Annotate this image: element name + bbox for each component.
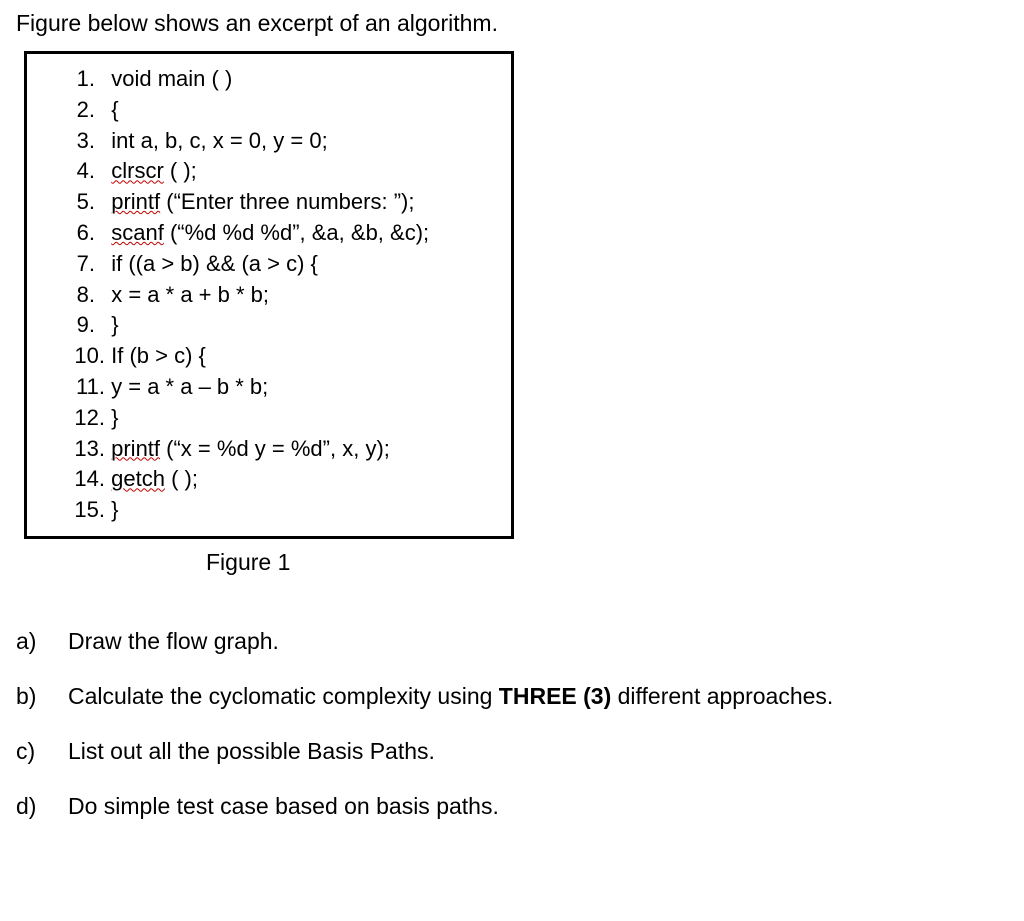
code-line-15: 15. }	[47, 495, 491, 526]
code-line-11: 11. y = a * a – b * b;	[47, 372, 491, 403]
code-line-4: 4. clrscr ( );	[47, 156, 491, 187]
code-line-10: 10. If (b > c) {	[47, 341, 491, 372]
code-line-13: 13. printf (“x = %d y = %d”, x, y);	[47, 434, 491, 465]
code-line-8: 8. x = a * a + b * b;	[47, 280, 491, 311]
figure-label: Figure 1	[206, 549, 1008, 576]
question-b: b) Calculate the cyclomatic complexity u…	[16, 683, 1008, 710]
code-line-5: 5. printf (“Enter three numbers: ”);	[47, 187, 491, 218]
question-c: c) List out all the possible Basis Paths…	[16, 738, 1008, 765]
question-a: a) Draw the flow graph.	[16, 628, 1008, 655]
code-line-1: 1. void main ( )	[47, 64, 491, 95]
question-letter: c)	[16, 738, 68, 765]
question-letter: b)	[16, 683, 68, 710]
code-line-2: 2. {	[47, 95, 491, 126]
question-letter: a)	[16, 628, 68, 655]
question-text: Draw the flow graph.	[68, 628, 279, 655]
code-line-7: 7. if ((a > b) && (a > c) {	[47, 249, 491, 280]
code-line-3: 3. int a, b, c, x = 0, y = 0;	[47, 126, 491, 157]
questions-list: a) Draw the flow graph. b) Calculate the…	[16, 628, 1008, 820]
intro-text: Figure below shows an excerpt of an algo…	[16, 10, 1008, 37]
question-text: Calculate the cyclomatic complexity usin…	[68, 683, 833, 710]
question-letter: d)	[16, 793, 68, 820]
question-text: Do simple test case based on basis paths…	[68, 793, 499, 820]
question-d: d) Do simple test case based on basis pa…	[16, 793, 1008, 820]
code-line-9: 9. }	[47, 310, 491, 341]
code-line-12: 12. }	[47, 403, 491, 434]
code-line-6: 6. scanf (“%d %d %d”, &a, &b, &c);	[47, 218, 491, 249]
question-text: List out all the possible Basis Paths.	[68, 738, 435, 765]
code-line-14: 14. getch ( );	[47, 464, 491, 495]
code-box: 1. void main ( ) 2. { 3. int a, b, c, x …	[24, 51, 514, 539]
